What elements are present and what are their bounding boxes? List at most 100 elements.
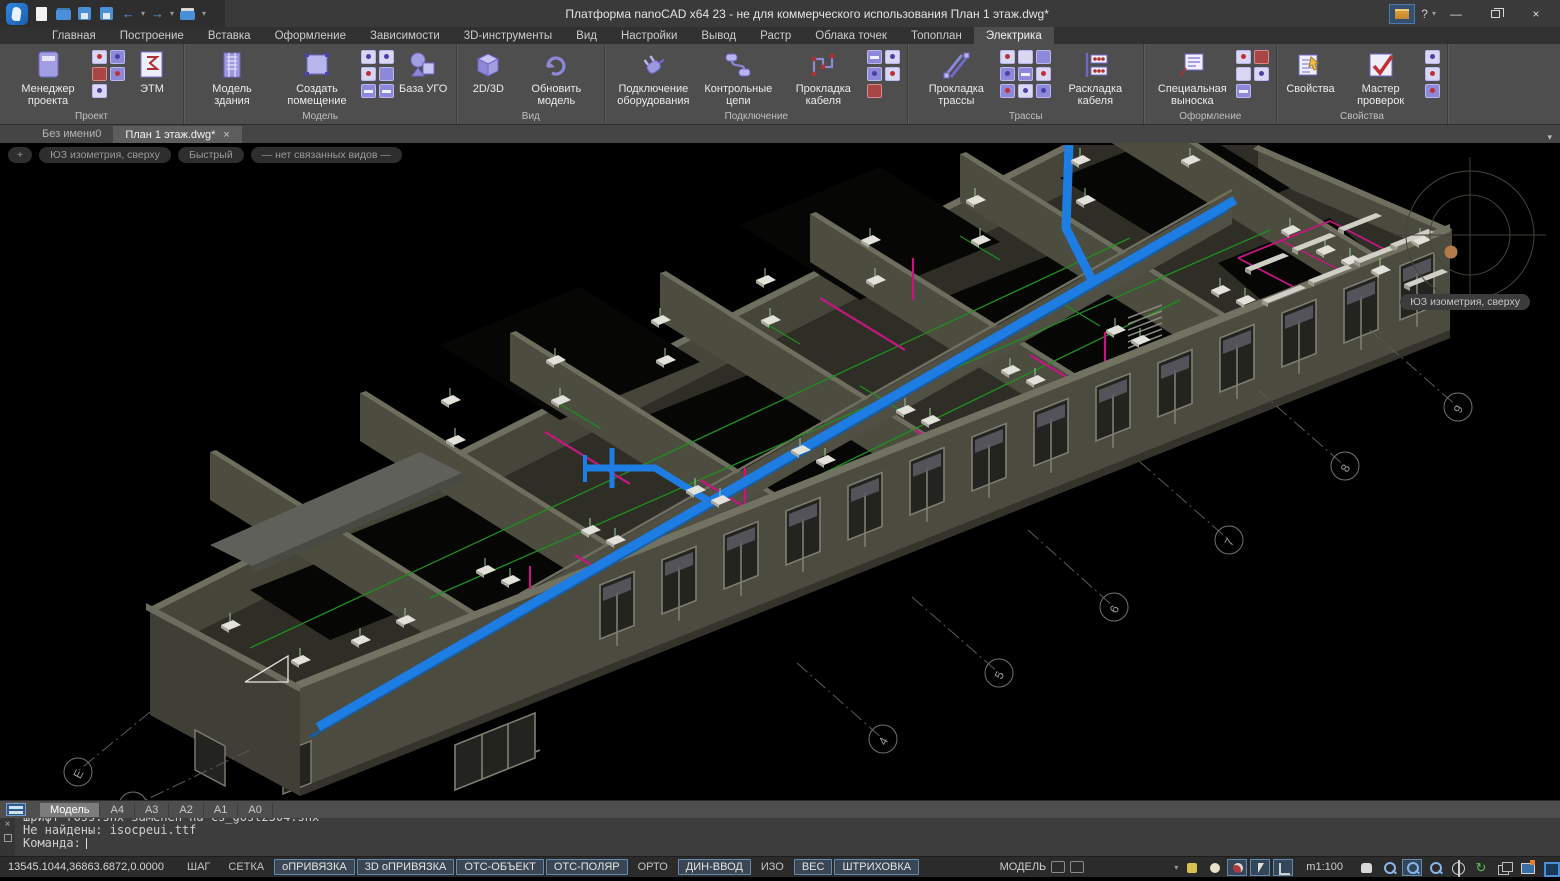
tab-topoplan[interactable]: Топоплан — [899, 27, 974, 44]
cable-rise-icon[interactable] — [867, 67, 882, 81]
specification-icon[interactable] — [92, 50, 107, 64]
view-orientation-pill[interactable]: ЮЗ изометрия, сверху — [39, 147, 171, 163]
viewport-lock-icon[interactable] — [1051, 861, 1065, 873]
annotation-monitor-icon[interactable] — [1070, 861, 1084, 873]
command-line-panel[interactable]: × Шрифт ross.shx заменен на cs_gost2304.… — [0, 818, 1560, 856]
layers-icon[interactable] — [1494, 859, 1514, 876]
layout-tab-a2[interactable]: А2 — [169, 803, 203, 817]
help-icon[interactable]: ? — [1421, 7, 1428, 21]
target-tool-icon[interactable] — [379, 50, 394, 64]
zoom-window-icon[interactable] — [1402, 859, 1422, 876]
route-target-icon[interactable] — [1036, 84, 1051, 98]
tab-zavisimosti[interactable]: Зависимости — [358, 27, 452, 44]
add-view-pill[interactable]: + — [8, 147, 32, 163]
route-flag-icon[interactable] — [1018, 84, 1033, 98]
create-room-button[interactable]: Создать помещение — [276, 47, 358, 108]
layout-tab-a1[interactable]: А1 — [204, 803, 238, 817]
open-file-icon[interactable] — [56, 7, 72, 21]
route-segment-icon[interactable] — [1000, 50, 1015, 64]
connect-equipment-button[interactable]: Подключение оборудования — [612, 47, 694, 108]
layout-menu-icon[interactable] — [6, 803, 26, 816]
callout-lamp-icon[interactable] — [1236, 50, 1251, 64]
nanocad-logo-icon[interactable] — [6, 3, 28, 25]
selection-cycling-icon[interactable] — [1181, 859, 1201, 876]
corner-tool-icon[interactable] — [361, 50, 376, 64]
toggle-dyn-input[interactable]: ДИН-ВВОД — [678, 859, 751, 875]
sockets-icon[interactable] — [885, 50, 900, 64]
toggle-otrack-polar[interactable]: ОТС-ПОЛЯР — [546, 859, 628, 875]
toggle-shag[interactable]: ШАГ — [179, 859, 218, 875]
redo-dropdown-icon[interactable]: ▾ — [170, 0, 174, 27]
diagram-tool-icon[interactable] — [379, 84, 394, 98]
restore-button[interactable] — [1476, 2, 1516, 26]
cable-layout-button[interactable]: Раскладка кабеля — [1054, 47, 1136, 108]
interface-switch-icon[interactable] — [1389, 4, 1415, 24]
drawing-canvas[interactable]: + ЮЗ изометрия, сверху Быстрый — нет свя… — [0, 143, 1560, 800]
command-pin-icon[interactable] — [4, 834, 12, 842]
tab-vyvod[interactable]: Вывод — [689, 27, 748, 44]
undo-icon[interactable]: ← — [122, 0, 135, 27]
locator-position-dot[interactable] — [1445, 246, 1458, 259]
ugo-base-button[interactable]: База УГО — [397, 47, 449, 96]
project-manager-button[interactable]: Менеджер проекта — [7, 47, 89, 108]
building-model-button[interactable]: Модель здания — [191, 47, 273, 108]
2d3d-button[interactable]: 2D/3D — [464, 47, 512, 96]
orbit-icon[interactable] — [1448, 859, 1468, 876]
annotation-scale[interactable]: m1:100 — [1306, 861, 1343, 873]
doc-check-icon[interactable] — [92, 84, 107, 98]
undo-dropdown-icon[interactable]: ▾ — [141, 0, 145, 27]
dynamic-ucs-icon[interactable] — [1273, 859, 1293, 876]
sockets-group-icon[interactable] — [885, 67, 900, 81]
check-master-button[interactable]: Мастер проверок — [1340, 47, 1422, 108]
tab-rastr[interactable]: Растр — [748, 27, 803, 44]
qat-more-icon[interactable]: ▾ — [202, 0, 206, 27]
globe-check-icon[interactable] — [1425, 67, 1440, 81]
pen-marker-icon[interactable] — [1236, 67, 1251, 81]
visual-style-pill[interactable]: Быстрый — [178, 147, 244, 163]
print-icon[interactable] — [180, 7, 196, 21]
tab-oformlenie[interactable]: Оформление — [263, 27, 358, 44]
tab-elektrika[interactable]: Электрика — [974, 27, 1054, 44]
tab-nastroyki[interactable]: Настройки — [609, 27, 689, 44]
update-model-button[interactable]: Обновить модель — [515, 47, 597, 108]
toggle-setka[interactable]: СЕТКА — [220, 859, 272, 875]
properties-button[interactable]: Свойства — [1284, 47, 1336, 96]
selection-mode-icon[interactable] — [1250, 859, 1270, 876]
panel-grid-icon[interactable] — [867, 50, 882, 64]
screen-note-icon[interactable] — [1236, 84, 1251, 98]
lock-ui-icon[interactable] — [1227, 859, 1247, 876]
redo-icon[interactable]: → — [151, 0, 164, 27]
route-box-icon[interactable] — [1036, 67, 1051, 81]
layout-tab-a3[interactable]: А3 — [135, 803, 169, 817]
route-red-icon[interactable] — [1000, 84, 1015, 98]
toggle-3d-osnap[interactable]: 3D оПРИВЯЗКА — [357, 859, 455, 875]
tab-vstavka[interactable]: Вставка — [196, 27, 263, 44]
tab-postroenie[interactable]: Построение — [108, 27, 196, 44]
doc-tab-plan-1-etazh[interactable]: План 1 этаж.dwg* × — [113, 126, 241, 143]
cable-routing-button[interactable]: Прокладка кабеля — [782, 47, 864, 108]
label-tool-icon[interactable] — [361, 84, 376, 98]
control-circuits-button[interactable]: Контрольные цепи — [697, 47, 779, 108]
doc-tab-untitled[interactable]: Без имени0 — [30, 126, 113, 143]
close-button[interactable]: × — [1516, 2, 1556, 26]
screen-mode-icon[interactable] — [1517, 859, 1537, 876]
layout-tab-model[interactable]: Модель — [40, 803, 100, 817]
new-file-icon[interactable] — [34, 7, 50, 21]
doc-power-icon[interactable] — [92, 67, 107, 81]
database-icon[interactable] — [110, 50, 125, 64]
doc-pen-icon[interactable] — [1254, 67, 1269, 81]
command-history[interactable]: Шрифт ross.shx заменен на cs_gost2304.sh… — [15, 818, 1560, 856]
doc-tab-close-icon[interactable]: × — [223, 129, 229, 141]
command-prompt-line[interactable]: Команда: — [23, 837, 1560, 850]
toggle-izo[interactable]: ИЗО — [753, 859, 792, 875]
burst-icon[interactable] — [1254, 50, 1269, 64]
layout-tab-a0[interactable]: А0 — [238, 803, 272, 817]
fullscreen-icon[interactable] — [1540, 859, 1560, 876]
doc-tabs-dropdown-icon[interactable]: ▾ — [1547, 132, 1552, 143]
minimize-button[interactable]: — — [1436, 2, 1476, 26]
tab-vid[interactable]: Вид — [564, 27, 609, 44]
toggle-ves[interactable]: ВЕС — [794, 859, 833, 875]
command-close-icon[interactable]: × — [5, 820, 11, 830]
toggle-shtrihovka[interactable]: ШТРИХОВКА — [834, 859, 919, 875]
zoom-icon[interactable] — [1379, 859, 1399, 876]
